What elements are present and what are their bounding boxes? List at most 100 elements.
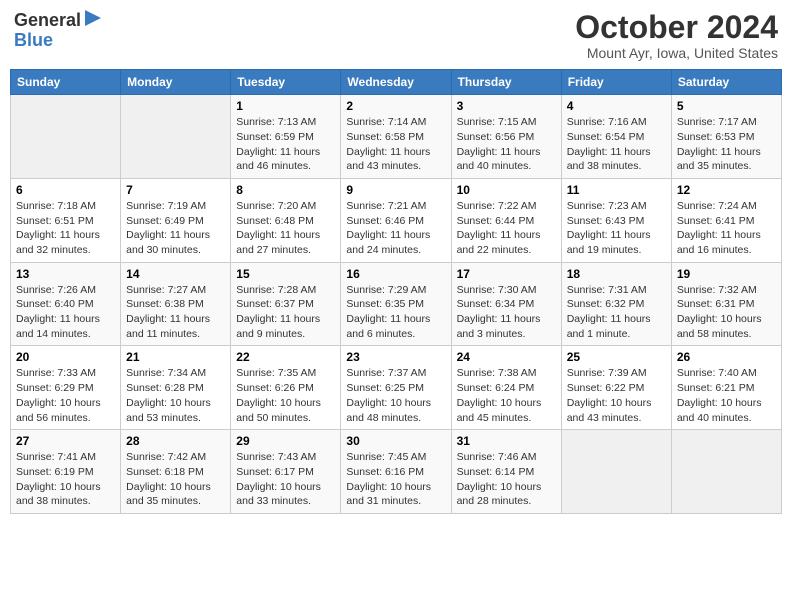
day-number: 29 xyxy=(236,434,335,448)
day-number: 25 xyxy=(567,350,666,364)
day-number: 2 xyxy=(346,99,445,113)
calendar-cell: 29 Sunrise: 7:43 AMSunset: 6:17 PMDayligh… xyxy=(231,430,341,514)
calendar-cell: 24 Sunrise: 7:38 AMSunset: 6:24 PMDayligh… xyxy=(451,346,561,430)
day-info: Sunrise: 7:14 AMSunset: 6:58 PMDaylight:… xyxy=(346,115,445,174)
day-info: Sunrise: 7:29 AMSunset: 6:35 PMDaylight:… xyxy=(346,283,445,342)
page-header: General Blue October 2024 Mount Ayr, Iow… xyxy=(10,10,782,61)
calendar-cell: 31Sunrise: 7:46 AMSunset: 6:14 PMDayligh… xyxy=(451,430,561,514)
calendar-cell: 13 Sunrise: 7:26 AMSunset: 6:40 PMDayligh… xyxy=(11,262,121,346)
day-number: 15 xyxy=(236,267,335,281)
day-number: 11 xyxy=(567,183,666,197)
calendar-cell: 6Sunrise: 7:18 AMSunset: 6:51 PMDaylight… xyxy=(11,178,121,262)
day-info: Sunrise: 7:46 AMSunset: 6:14 PMDaylight:… xyxy=(457,450,556,509)
calendar-cell: 5Sunrise: 7:17 AMSunset: 6:53 PMDaylight… xyxy=(671,95,781,179)
day-number: 30 xyxy=(346,434,445,448)
day-number: 27 xyxy=(16,434,115,448)
day-info: Sunrise: 7:13 AMSunset: 6:59 PMDaylight:… xyxy=(236,115,335,174)
calendar-table: SundayMondayTuesdayWednesdayThursdayFrid… xyxy=(10,69,782,514)
day-number: 1 xyxy=(236,99,335,113)
calendar-cell: 23 Sunrise: 7:37 AMSunset: 6:25 PMDayligh… xyxy=(341,346,451,430)
day-number: 18 xyxy=(567,267,666,281)
calendar-cell xyxy=(671,430,781,514)
calendar-cell: 20 Sunrise: 7:33 AMSunset: 6:29 PMDayligh… xyxy=(11,346,121,430)
day-number: 12 xyxy=(677,183,776,197)
weekday-header-wednesday: Wednesday xyxy=(341,70,451,95)
calendar-cell: 15 Sunrise: 7:28 AMSunset: 6:37 PMDayligh… xyxy=(231,262,341,346)
day-info: Sunrise: 7:37 AMSunset: 6:25 PMDaylight:… xyxy=(346,366,445,425)
calendar-cell: 19Sunrise: 7:32 AMSunset: 6:31 PMDayligh… xyxy=(671,262,781,346)
weekday-header-friday: Friday xyxy=(561,70,671,95)
calendar-cell: 26 Sunrise: 7:40 AMSunset: 6:21 PMDayligh… xyxy=(671,346,781,430)
day-info: Sunrise: 7:18 AMSunset: 6:51 PMDaylight:… xyxy=(16,199,115,258)
calendar-cell: 11 Sunrise: 7:23 AMSunset: 6:43 PMDayligh… xyxy=(561,178,671,262)
day-info: Sunrise: 7:42 AMSunset: 6:18 PMDaylight:… xyxy=(126,450,225,509)
calendar-cell: 30Sunrise: 7:45 AMSunset: 6:16 PMDayligh… xyxy=(341,430,451,514)
day-info: Sunrise: 7:28 AMSunset: 6:37 PMDaylight:… xyxy=(236,283,335,342)
day-info: Sunrise: 7:16 AMSunset: 6:54 PMDaylight:… xyxy=(567,115,666,174)
calendar-cell: 14 Sunrise: 7:27 AMSunset: 6:38 PMDayligh… xyxy=(121,262,231,346)
day-info: Sunrise: 7:22 AMSunset: 6:44 PMDaylight:… xyxy=(457,199,556,258)
calendar-cell: 7 Sunrise: 7:19 AMSunset: 6:49 PMDaylight… xyxy=(121,178,231,262)
logo: General Blue xyxy=(14,10,101,49)
day-number: 24 xyxy=(457,350,556,364)
day-info: Sunrise: 7:32 AMSunset: 6:31 PMDaylight:… xyxy=(677,283,776,342)
day-info: Sunrise: 7:43 AMSunset: 6:17 PMDaylight:… xyxy=(236,450,335,509)
day-info: Sunrise: 7:24 AMSunset: 6:41 PMDaylight:… xyxy=(677,199,776,258)
logo-arrow xyxy=(85,10,101,31)
calendar-cell: 28Sunrise: 7:42 AMSunset: 6:18 PMDayligh… xyxy=(121,430,231,514)
day-info: Sunrise: 7:39 AMSunset: 6:22 PMDaylight:… xyxy=(567,366,666,425)
calendar-cell: 18 Sunrise: 7:31 AMSunset: 6:32 PMDayligh… xyxy=(561,262,671,346)
day-info: Sunrise: 7:33 AMSunset: 6:29 PMDaylight:… xyxy=(16,366,115,425)
day-number: 16 xyxy=(346,267,445,281)
day-number: 3 xyxy=(457,99,556,113)
calendar-cell: 9 Sunrise: 7:21 AMSunset: 6:46 PMDaylight… xyxy=(341,178,451,262)
day-number: 26 xyxy=(677,350,776,364)
day-info: Sunrise: 7:21 AMSunset: 6:46 PMDaylight:… xyxy=(346,199,445,258)
calendar-cell: 17 Sunrise: 7:30 AMSunset: 6:34 PMDayligh… xyxy=(451,262,561,346)
location: Mount Ayr, Iowa, United States xyxy=(575,45,778,61)
day-info: Sunrise: 7:40 AMSunset: 6:21 PMDaylight:… xyxy=(677,366,776,425)
title-area: October 2024 Mount Ayr, Iowa, United Sta… xyxy=(575,10,778,61)
day-info: Sunrise: 7:31 AMSunset: 6:32 PMDaylight:… xyxy=(567,283,666,342)
calendar-cell: 12 Sunrise: 7:24 AMSunset: 6:41 PMDayligh… xyxy=(671,178,781,262)
day-number: 4 xyxy=(567,99,666,113)
logo-general: General xyxy=(14,10,81,31)
calendar-cell: 3 Sunrise: 7:15 AMSunset: 6:56 PMDaylight… xyxy=(451,95,561,179)
day-info: Sunrise: 7:35 AMSunset: 6:26 PMDaylight:… xyxy=(236,366,335,425)
day-info: Sunrise: 7:38 AMSunset: 6:24 PMDaylight:… xyxy=(457,366,556,425)
calendar-cell: 27 Sunrise: 7:41 AMSunset: 6:19 PMDayligh… xyxy=(11,430,121,514)
day-number: 23 xyxy=(346,350,445,364)
month-title: October 2024 xyxy=(575,10,778,45)
calendar-cell: 22 Sunrise: 7:35 AMSunset: 6:26 PMDayligh… xyxy=(231,346,341,430)
calendar-cell: 21 Sunrise: 7:34 AMSunset: 6:28 PMDayligh… xyxy=(121,346,231,430)
day-info: Sunrise: 7:34 AMSunset: 6:28 PMDaylight:… xyxy=(126,366,225,425)
calendar-cell: 2 Sunrise: 7:14 AMSunset: 6:58 PMDaylight… xyxy=(341,95,451,179)
calendar-cell: 10Sunrise: 7:22 AMSunset: 6:44 PMDayligh… xyxy=(451,178,561,262)
calendar-cell: 25 Sunrise: 7:39 AMSunset: 6:22 PMDayligh… xyxy=(561,346,671,430)
day-number: 8 xyxy=(236,183,335,197)
day-number: 5 xyxy=(677,99,776,113)
logo-blue: Blue xyxy=(14,31,101,49)
weekday-header-saturday: Saturday xyxy=(671,70,781,95)
day-info: Sunrise: 7:23 AMSunset: 6:43 PMDaylight:… xyxy=(567,199,666,258)
day-info: Sunrise: 7:19 AMSunset: 6:49 PMDaylight:… xyxy=(126,199,225,258)
day-info: Sunrise: 7:15 AMSunset: 6:56 PMDaylight:… xyxy=(457,115,556,174)
weekday-header-tuesday: Tuesday xyxy=(231,70,341,95)
day-number: 7 xyxy=(126,183,225,197)
weekday-header-sunday: Sunday xyxy=(11,70,121,95)
day-info: Sunrise: 7:26 AMSunset: 6:40 PMDaylight:… xyxy=(16,283,115,342)
day-number: 20 xyxy=(16,350,115,364)
weekday-header-thursday: Thursday xyxy=(451,70,561,95)
calendar-cell: 1 Sunrise: 7:13 AMSunset: 6:59 PMDaylight… xyxy=(231,95,341,179)
day-info: Sunrise: 7:27 AMSunset: 6:38 PMDaylight:… xyxy=(126,283,225,342)
day-number: 17 xyxy=(457,267,556,281)
day-number: 21 xyxy=(126,350,225,364)
day-number: 22 xyxy=(236,350,335,364)
day-number: 14 xyxy=(126,267,225,281)
day-info: Sunrise: 7:30 AMSunset: 6:34 PMDaylight:… xyxy=(457,283,556,342)
day-number: 9 xyxy=(346,183,445,197)
day-number: 13 xyxy=(16,267,115,281)
calendar-cell: 4 Sunrise: 7:16 AMSunset: 6:54 PMDaylight… xyxy=(561,95,671,179)
day-info: Sunrise: 7:41 AMSunset: 6:19 PMDaylight:… xyxy=(16,450,115,509)
weekday-header-monday: Monday xyxy=(121,70,231,95)
